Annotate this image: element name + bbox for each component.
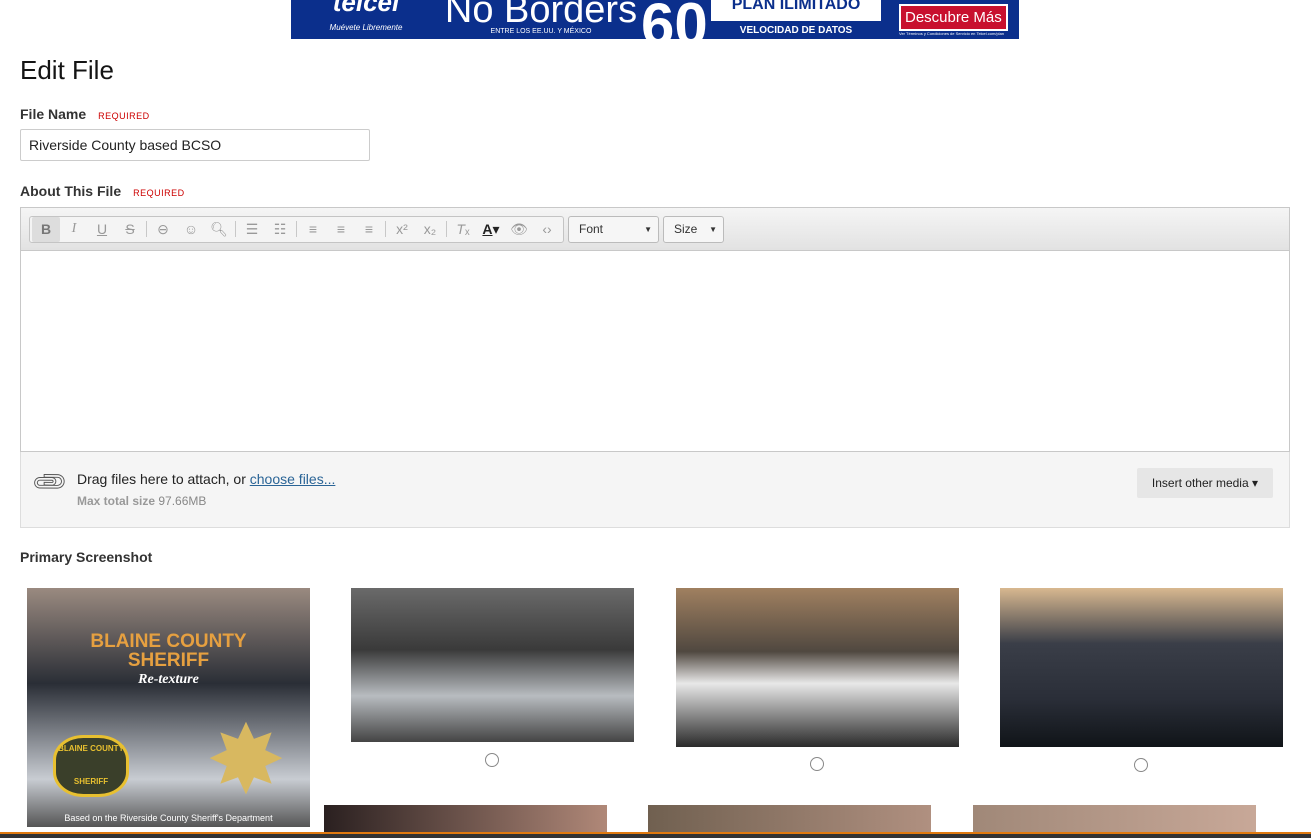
size-dropdown[interactable]: Size ▼ (663, 215, 724, 243)
screenshot-thumb[interactable]: BLAINE COUNTY SHERIFF Re-texture BLAINE CO… (27, 588, 310, 827)
ad-cta[interactable]: Descubre Más Ver Términos y Condiciones d… (899, 3, 1008, 36)
font-dropdown[interactable]: Font ▼ (568, 215, 659, 243)
ad-number: 60 (641, 0, 708, 39)
screenshot-thumb[interactable] (1000, 588, 1283, 747)
primary-radio[interactable] (485, 753, 499, 767)
ad-banner[interactable]: telcel Muévete Libremente No Borders ENTR… (291, 0, 1019, 39)
file-name-input[interactable] (20, 129, 370, 161)
attachment-area[interactable]: 📎︎ Drag files here to attach, or choose … (20, 452, 1290, 528)
insert-media-button[interactable]: Insert other media ▾ (1136, 468, 1273, 498)
align-left-icon[interactable]: ≡ (299, 217, 327, 242)
ad-headline-block: No Borders ENTRE LOS EE.UU. Y MÉXICO (441, 0, 641, 36)
about-label: About This File REQUIRED (20, 183, 185, 199)
strikethrough-icon[interactable]: S (116, 217, 144, 242)
sheriff-patch-logo: BLAINE COUNTY SHERIFF (53, 735, 129, 797)
subscript-icon[interactable]: x₂ (416, 217, 444, 242)
superscript-icon[interactable]: x² (388, 217, 416, 242)
bottom-bar (0, 832, 1311, 838)
italic-icon[interactable]: I (60, 217, 88, 242)
primary-radio[interactable] (1134, 758, 1148, 772)
ad-headline: No Borders (444, 0, 638, 31)
numbered-list-icon[interactable]: ☷ (266, 217, 294, 242)
ad-brand: telcel Muévete Libremente (329, 0, 403, 32)
align-right-icon[interactable]: ≡ (355, 217, 383, 242)
page-title: Edit File (20, 55, 114, 85)
preview-icon[interactable]: 👁︎ (505, 217, 533, 242)
link-icon[interactable]: ⊖ (149, 217, 177, 242)
paperclip-icon: 📎︎ (29, 462, 71, 503)
bullet-list-icon[interactable]: ☰ (238, 217, 266, 242)
primary-radio[interactable] (810, 757, 824, 771)
file-name-label: File Name REQUIRED (20, 106, 150, 122)
screenshot-thumb[interactable] (648, 805, 931, 835)
source-code-icon[interactable]: ‹› (533, 217, 561, 242)
search-icon[interactable]: 🔍︎ (205, 217, 233, 242)
emoji-icon[interactable]: ☺ (177, 217, 205, 242)
choose-files-link[interactable]: choose files... (250, 471, 336, 487)
underline-icon[interactable]: U (88, 217, 116, 242)
editor-toolbar: B I U S ⊖ ☺ 🔍︎ ☰ ☷ ≡ ≡ ≡ x² x₂ Tₓ A ▾ 👁︎ … (21, 208, 1289, 251)
editor-content[interactable] (21, 251, 1289, 451)
text-color-icon[interactable]: A ▾ (477, 217, 505, 242)
primary-screenshot-label: Primary Screenshot (20, 549, 153, 565)
screenshot-thumb[interactable] (676, 588, 959, 747)
bold-icon[interactable]: B (32, 216, 60, 242)
ad-plan: PLAN ILIMITADO VELOCIDAD DE DATOS (701, 0, 891, 36)
screenshot-thumb[interactable] (324, 805, 607, 835)
rich-text-editor: B I U S ⊖ ☺ 🔍︎ ☰ ☷ ≡ ≡ ≡ x² x₂ Tₓ A ▾ 👁︎ … (20, 207, 1290, 452)
sheriff-star-badge: ✸ (205, 707, 287, 814)
screenshot-thumb[interactable] (351, 588, 634, 742)
clear-format-icon[interactable]: Tₓ (449, 217, 477, 242)
screenshot-thumb[interactable] (973, 805, 1256, 835)
align-center-icon[interactable]: ≡ (327, 217, 355, 242)
